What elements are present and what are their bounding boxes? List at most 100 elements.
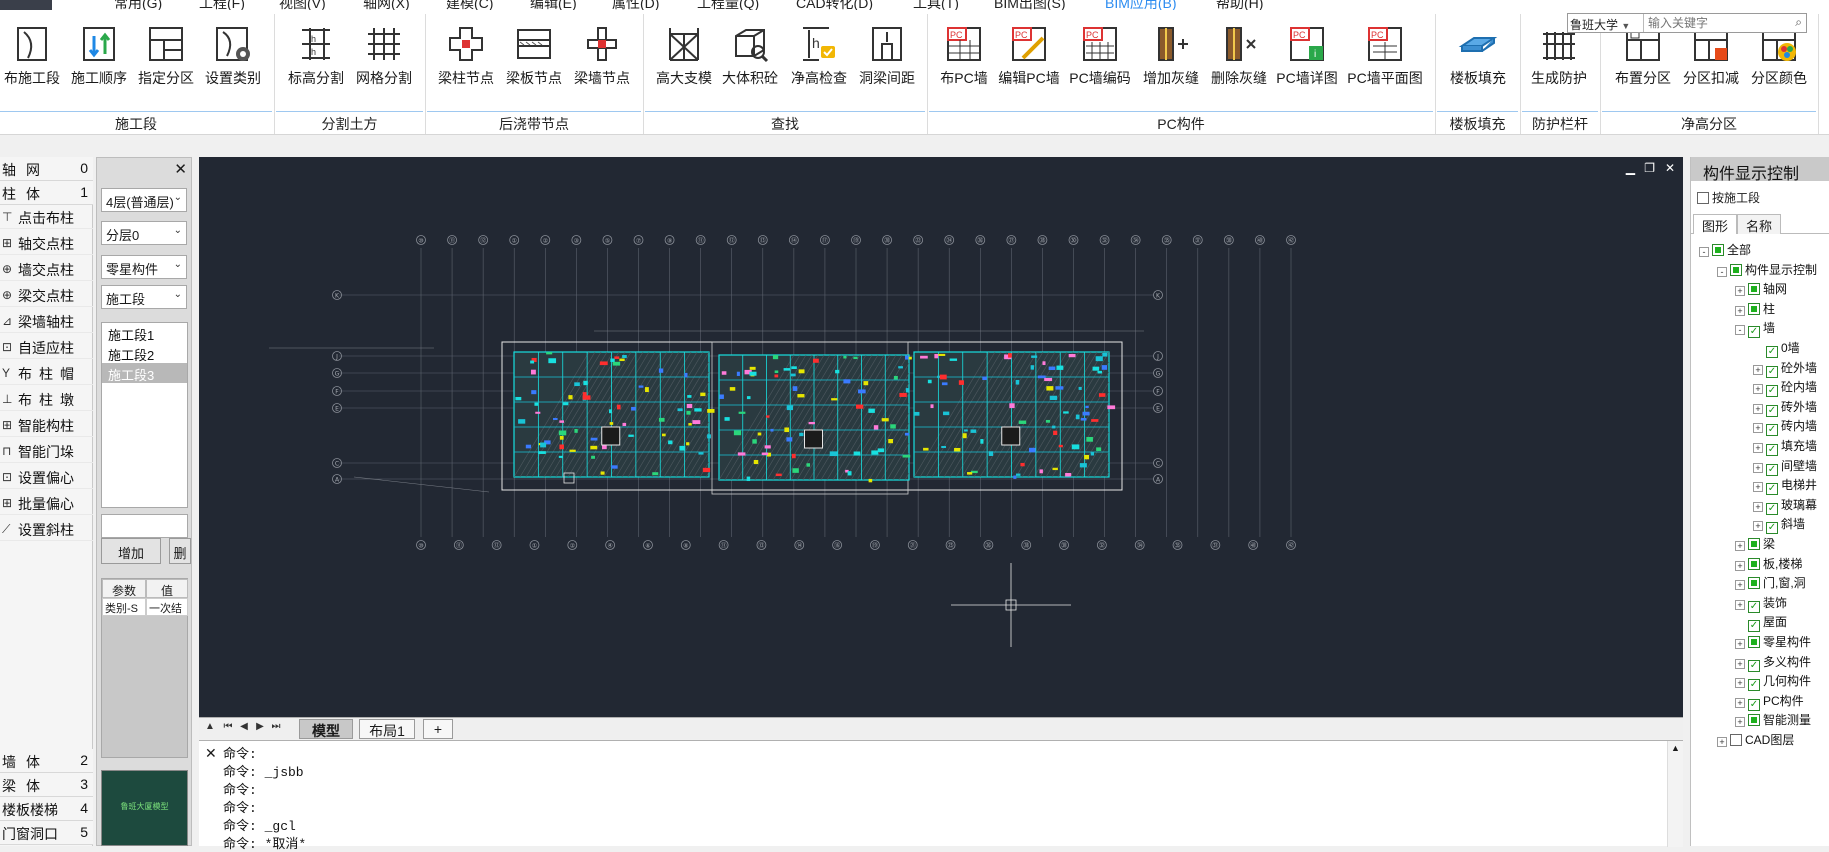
delete-joint-button[interactable]: 删除灰缝 — [1206, 24, 1272, 94]
tree-node[interactable]: ✓ 0墙 — [1753, 339, 1800, 358]
menu-project[interactable]: 工程(F) — [199, 0, 245, 10]
search-scope-select[interactable]: 鲁班大学 ▼ — [1570, 16, 1640, 33]
list-item[interactable]: 施工段1 — [102, 323, 187, 343]
tool-column-cap[interactable]: Y 布柱帽 — [0, 361, 93, 385]
place-pc-wall-button[interactable]: PC 布PC墙 — [934, 24, 994, 94]
tool-beam-wall-axis-column[interactable]: ⊿ 梁墙轴柱 — [0, 309, 93, 333]
category-wall[interactable]: 墙体 2 — [0, 749, 93, 773]
tree-node[interactable]: + ✓ 电梯井 — [1753, 476, 1817, 496]
tab-graphic[interactable]: 图形 — [1693, 214, 1738, 234]
tree-node[interactable]: + ✓ 填充墙 — [1753, 437, 1817, 456]
category-beam[interactable]: 梁体 3 — [0, 773, 93, 797]
tree-node[interactable]: + 门,窗,洞 — [1735, 574, 1806, 592]
grid-split-button[interactable]: 网格分割 — [352, 24, 416, 94]
cad-viewport[interactable]: ▁ ❐ ✕ ⑩⑪⑫①②③⑤⑦⑨⑪⑫⑬⑭⑰⑲⑳㉒㉔㉖㉗㉘㉚㉜㉞㉟㊲㊳㊵㊷⑩⑪⑫①②… — [199, 157, 1683, 717]
param-cell[interactable]: 类别-S — [102, 598, 146, 616]
slab-fill-button[interactable]: 楼板填充 — [1444, 24, 1512, 94]
model-thumbnail[interactable]: 鲁班大厦模型 — [101, 770, 188, 846]
menu-tools[interactable]: 工具(T) — [913, 0, 959, 10]
tree-node[interactable]: + ✓ 多义构件 — [1735, 653, 1811, 672]
tree-node[interactable]: + ✓ 砼外墙 — [1753, 359, 1817, 378]
tool-column-pier[interactable]: ⊥ 布柱墩 — [0, 387, 93, 411]
menu-cad-convert[interactable]: CAD转化(D) — [796, 0, 873, 10]
tree-node[interactable]: - 全部 — [1699, 241, 1751, 259]
tree-node[interactable]: + ✓ 砼内墙 — [1753, 378, 1817, 398]
elevation-split-button[interactable]: hh 标高分割 — [284, 24, 348, 94]
tool-set-slant-column[interactable]: ⟋ 设置斜柱 — [0, 517, 93, 541]
tool-click-column[interactable]: ⊤ 点击布柱 — [0, 205, 93, 229]
last-tab-icon[interactable]: ⏭ — [269, 721, 283, 737]
pc-wall-code-button[interactable]: PC PC墙编码 — [1066, 24, 1134, 94]
hole-beam-distance-button[interactable]: 洞梁间距 — [854, 24, 920, 94]
menu-bim-drawing[interactable]: BIM出图(S) — [994, 0, 1066, 10]
menu-help[interactable]: 帮助(H) — [1216, 0, 1263, 10]
assign-zone-button[interactable]: 指定分区 — [134, 24, 198, 94]
tree-node[interactable]: + ✓ 装饰 — [1735, 594, 1787, 613]
beam-slab-node-button[interactable]: 梁板节点 — [502, 24, 566, 94]
tool-batch-offset[interactable]: ⊞ 批量偏心 — [0, 491, 93, 515]
tool-set-offset[interactable]: ⊡ 设置偏心 — [0, 465, 93, 489]
tree-node[interactable]: + ✓ 斜墙 — [1753, 515, 1805, 535]
tree-node[interactable]: - 构件显示控制 — [1717, 261, 1817, 279]
tree-node[interactable]: + ✓ 玻璃幕 — [1753, 496, 1817, 515]
tool-beam-intersect-column[interactable]: ⊕ 梁交点柱 — [0, 283, 93, 307]
beam-column-node-button[interactable]: 梁柱节点 — [434, 24, 498, 94]
sublayer-select[interactable]: 分层0 ⌄ — [101, 221, 187, 245]
component-type-select[interactable]: 零星构件 ⌄ — [101, 255, 187, 279]
generate-guard-button[interactable]: 生成防护 — [1526, 24, 1592, 94]
by-stage-checkbox[interactable]: 按施工段 — [1697, 189, 1760, 206]
tree-node[interactable]: + ✓ PC构件 — [1735, 692, 1804, 711]
tree-node[interactable]: + ✓ 砖内墙 — [1753, 417, 1817, 437]
floor-select[interactable]: 4层(普通层) ⌄ — [101, 188, 187, 212]
beam-wall-node-button[interactable]: 梁墙节点 — [570, 24, 634, 94]
add-layout-button[interactable]: + — [423, 719, 453, 739]
tab-name[interactable]: 名称 — [1737, 214, 1782, 234]
close-icon[interactable]: ✕ — [174, 160, 187, 178]
tree-node[interactable]: + ✓ 间壁墙 — [1753, 457, 1817, 476]
tree-node[interactable]: + CAD图层 — [1717, 731, 1794, 749]
tool-smart-column[interactable]: ⊞ 智能构柱 — [0, 413, 93, 437]
tree-node[interactable]: ✓ 屋面 — [1735, 613, 1787, 633]
floor-plan-drawing[interactable]: ⑩ ⑪ ⑫ ① ② ③ ⑤ ⑦ ⑨ ⑪ ⑫ ⑬ ⑭ ⑰ ⑲ ⑳ ㉒㉔㉖㉗㉘㉚㉜㉞㉟㊲㊳㊵㊷⑩ ⑪ ⑫ ① ② ④ ⑥ ⑧ ⑪ ⑬ ⑭… — [199, 157, 1683, 717]
pc-wall-plan-button[interactable]: PC PC墙平面图 — [1344, 24, 1426, 94]
menu-axis[interactable]: 轴网(X) — [363, 0, 410, 10]
prev-tab-icon[interactable]: ◀ — [237, 721, 251, 737]
tab-layout1[interactable]: 布局1 — [359, 719, 415, 739]
tree-node[interactable]: + ✓ 几何构件 — [1735, 672, 1811, 692]
set-category-button[interactable]: 设置类别 — [200, 24, 266, 94]
menu-view[interactable]: 视图(V) — [279, 0, 326, 10]
category-column[interactable]: 柱体 1 — [0, 181, 93, 205]
scroll-up-icon[interactable]: ▲ — [203, 721, 217, 737]
zone-deduct-button[interactable]: 分区扣减 — [1678, 24, 1744, 94]
value-cell[interactable]: 一次结 — [146, 598, 188, 616]
high-formwork-button[interactable]: 高大支模 — [652, 24, 716, 94]
component-subtype-select[interactable]: 施工段 ⌄ — [101, 285, 187, 309]
menu-property[interactable]: 属性(D) — [612, 0, 659, 10]
list-item[interactable]: 施工段3 — [102, 363, 187, 383]
first-tab-icon[interactable]: ⏮ — [221, 721, 235, 737]
place-zone-button[interactable]: 布置分区 — [1610, 24, 1676, 94]
delete-button[interactable]: 删 — [169, 538, 191, 564]
menu-model[interactable]: 建模(C) — [446, 0, 493, 10]
mass-concrete-button[interactable]: 大体积砼 — [718, 24, 782, 94]
list-item[interactable]: 施工段2 — [102, 343, 187, 363]
close-icon[interactable]: ✕ — [205, 745, 217, 762]
category-slab-stair[interactable]: 楼板楼梯 4 — [0, 797, 93, 821]
tool-axis-intersect-column[interactable]: ⊞ 轴交点柱 — [0, 231, 93, 255]
place-stage-button[interactable]: 布施工段 — [0, 24, 64, 94]
tree-node[interactable]: + ✓ 砖外墙 — [1753, 398, 1817, 417]
tree-node[interactable]: + 轴网 — [1735, 280, 1787, 298]
tree-node[interactable]: - ✓ 墙 — [1735, 319, 1775, 339]
search-icon[interactable]: ⌕ — [1795, 15, 1802, 30]
pc-wall-detail-button[interactable]: PC i PC墙详图 — [1274, 24, 1340, 94]
stage-name-input[interactable] — [101, 514, 188, 538]
category-axis[interactable]: 轴网 0 — [0, 157, 93, 181]
menu-quantity[interactable]: 工程量(Q) — [697, 0, 759, 10]
menu-common[interactable]: 常用(G) — [114, 0, 162, 10]
search-input[interactable] — [1643, 14, 1793, 32]
tree-node[interactable]: + 柱 — [1735, 300, 1775, 318]
zone-color-button[interactable]: 分区颜色 — [1746, 24, 1812, 94]
tool-smart-door-pier[interactable]: ⊓ 智能门垛 — [0, 439, 93, 463]
construction-order-button[interactable]: 施工顺序 — [66, 24, 132, 94]
next-tab-icon[interactable]: ▶ — [253, 721, 267, 737]
